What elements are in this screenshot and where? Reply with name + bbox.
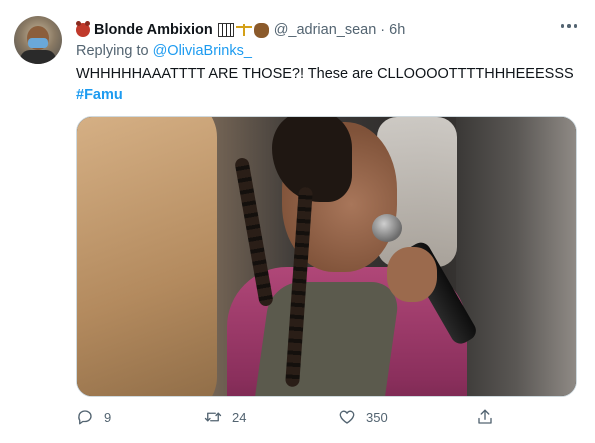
fist-icon [253,22,269,38]
reply-mention-link[interactable]: @OliviaBrinks_ [153,43,252,59]
heart-icon [339,410,355,424]
separator: · [380,22,386,38]
like-count: 350 [366,409,388,425]
replying-to: Replying to @OliviaBrinks_ [76,43,252,59]
tweet-text: WHHHHHAAATTTT ARE THOSE?! These are CLLO… [76,66,574,82]
share-button[interactable] [476,408,494,426]
tweet-media-photo[interactable] [76,116,577,397]
reply-icon [78,410,92,425]
like-button[interactable]: 350 [338,408,388,426]
scales-icon [235,23,252,37]
hashtag-link[interactable]: #Famu [76,87,123,103]
tweet-actions: 9 24 350 [76,408,577,432]
retweet-button[interactable]: 24 [204,408,246,426]
name-emojis [217,22,269,38]
piano-icon [217,23,234,37]
retweet-count: 24 [232,409,247,425]
timestamp[interactable]: 6h [389,22,405,38]
reply-button[interactable]: 9 [76,408,111,426]
share-icon [478,409,492,424]
tweet[interactable]: Blonde Ambixion @_adrian_sean · 6h Reply… [0,0,595,443]
avatar[interactable] [14,16,62,64]
display-name[interactable]: Blonde Ambixion [94,22,213,38]
reply-count: 9 [104,409,112,425]
bear-icon [76,21,90,37]
user-handle[interactable]: @_adrian_sean [274,22,377,38]
tweet-header: Blonde Ambixion @_adrian_sean · 6h [76,20,405,40]
replying-prefix: Replying to [76,43,153,59]
more-options-icon[interactable] [560,24,577,28]
retweet-icon [204,412,222,422]
